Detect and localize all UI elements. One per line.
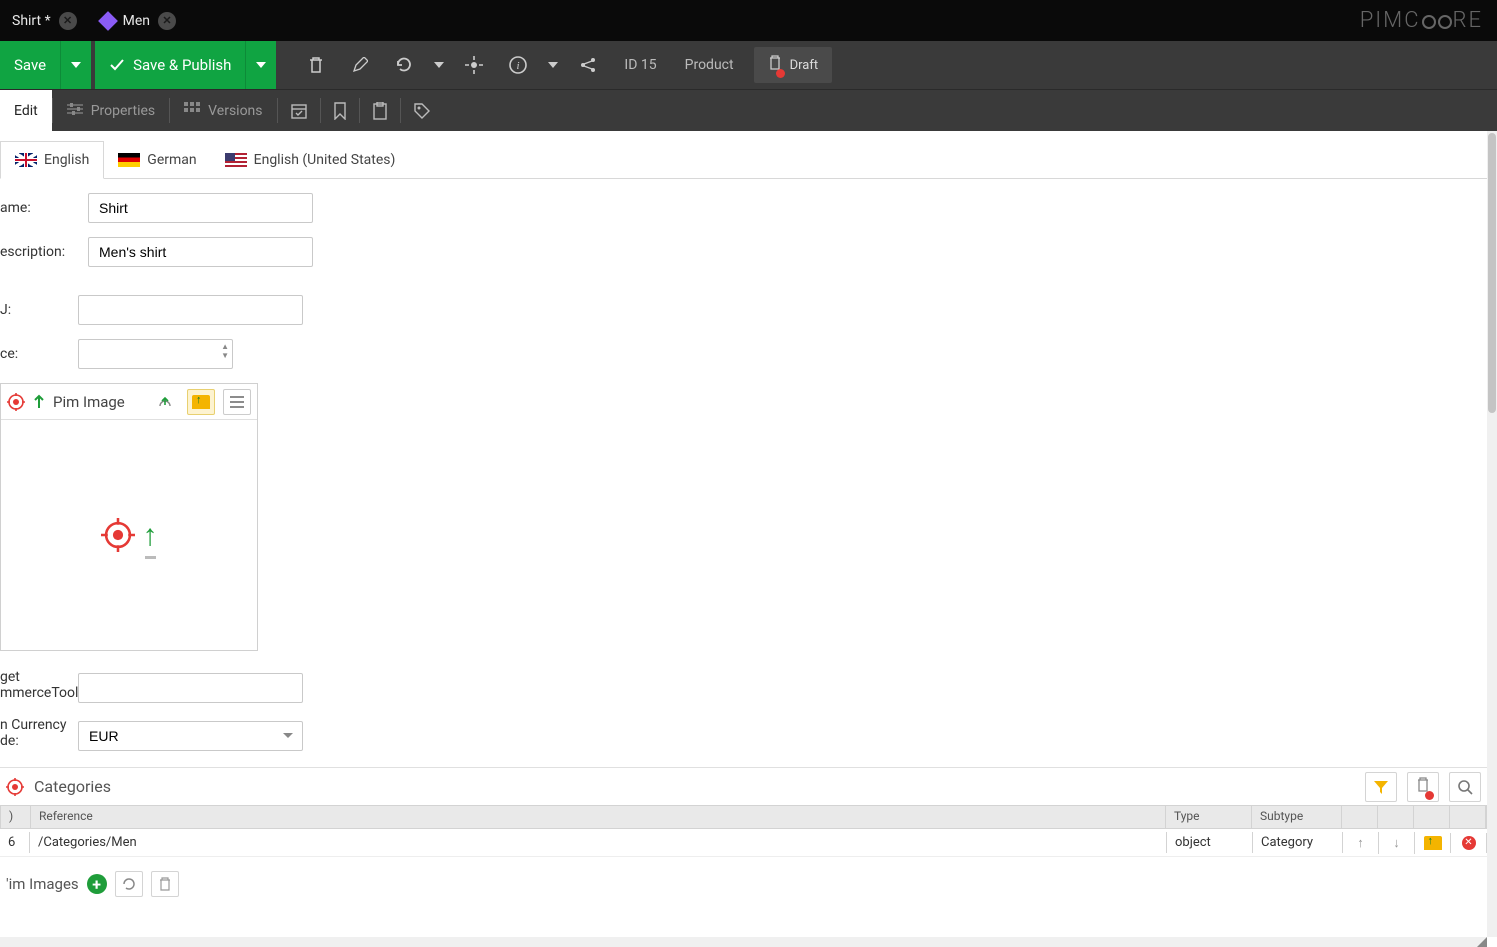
calendar-check-icon bbox=[290, 102, 308, 120]
search-icon bbox=[1457, 779, 1473, 795]
clipboard-icon bbox=[372, 102, 388, 120]
move-up-button[interactable]: ↑ bbox=[1343, 832, 1379, 854]
label-currency: n Currencyde: bbox=[0, 717, 78, 749]
categories-title: Categories bbox=[34, 777, 1355, 796]
clear-button[interactable] bbox=[1407, 772, 1439, 802]
pim-image-title: Pim Image bbox=[53, 393, 143, 411]
name-input[interactable] bbox=[88, 193, 313, 223]
target-icon bbox=[101, 518, 135, 552]
tab-bookmark[interactable] bbox=[321, 90, 359, 131]
spin-down[interactable]: ▼ bbox=[221, 351, 229, 360]
target-button[interactable] bbox=[452, 41, 496, 89]
tab-schedule[interactable] bbox=[278, 90, 320, 131]
document-tab-shirt[interactable]: Shirt * ✕ bbox=[0, 0, 89, 41]
tab-label: Men bbox=[123, 13, 150, 29]
description-input[interactable] bbox=[88, 237, 313, 267]
reload-button[interactable] bbox=[382, 41, 426, 89]
trash-icon bbox=[159, 877, 171, 891]
pim-images-title: 'im Images bbox=[6, 875, 79, 893]
status-draft[interactable]: Draft bbox=[754, 47, 833, 83]
vertical-scrollbar[interactable] bbox=[1487, 131, 1497, 937]
price-input[interactable] bbox=[78, 339, 233, 369]
trash-icon bbox=[768, 55, 782, 75]
sku-input[interactable] bbox=[78, 295, 303, 325]
close-icon[interactable]: ✕ bbox=[158, 12, 176, 30]
check-icon bbox=[109, 57, 125, 73]
flag-uk-icon bbox=[15, 153, 37, 167]
remove-button[interactable]: ✕ bbox=[1451, 833, 1487, 853]
svg-text:i: i bbox=[517, 60, 520, 72]
save-dropdown[interactable] bbox=[60, 41, 91, 89]
versions-icon bbox=[184, 102, 200, 120]
flag-us-icon bbox=[225, 153, 247, 167]
document-tab-men[interactable]: Men ✕ bbox=[89, 0, 188, 41]
add-button[interactable]: + bbox=[87, 874, 107, 894]
object-icon bbox=[98, 11, 118, 31]
hamburger-icon bbox=[230, 396, 244, 408]
arrow-up-icon bbox=[33, 394, 45, 410]
lang-tab-de[interactable]: German bbox=[104, 141, 210, 178]
image-dropzone[interactable]: ↑ bbox=[1, 420, 257, 650]
menu-button[interactable] bbox=[223, 389, 251, 415]
object-id: ID 15 bbox=[610, 41, 670, 89]
lang-tab-en[interactable]: English bbox=[0, 141, 104, 179]
label-sku: J: bbox=[0, 302, 78, 318]
info-button[interactable]: i bbox=[496, 41, 540, 89]
folder-icon bbox=[1424, 836, 1442, 850]
delete-button[interactable] bbox=[294, 41, 338, 89]
refresh-icon bbox=[122, 877, 136, 891]
label-name: ame: bbox=[0, 200, 88, 216]
funnel-icon bbox=[1373, 779, 1389, 795]
close-icon[interactable]: ✕ bbox=[59, 12, 77, 30]
tab-versions[interactable]: Versions bbox=[170, 90, 276, 131]
tab-tags[interactable] bbox=[401, 90, 443, 131]
table-row[interactable]: 6 /Categories/Men object Category ↑ ↓ ✕ bbox=[0, 829, 1487, 857]
open-folder-button[interactable] bbox=[187, 389, 215, 415]
pim-image-panel: Pim Image ↑ bbox=[0, 383, 258, 651]
move-down-button[interactable]: ↓ bbox=[1379, 832, 1415, 854]
label-price: ce: bbox=[0, 346, 78, 362]
share-button[interactable] bbox=[566, 41, 610, 89]
rename-button[interactable] bbox=[338, 41, 382, 89]
tag-icon bbox=[413, 102, 431, 120]
arrow-up-icon: ↑ bbox=[143, 518, 158, 553]
tab-edit[interactable]: Edit bbox=[0, 90, 52, 131]
close-icon: ✕ bbox=[1462, 836, 1476, 850]
save-publish-button[interactable]: Save & Publish bbox=[95, 41, 245, 89]
sliders-icon bbox=[67, 102, 83, 120]
delete-all-button[interactable] bbox=[151, 871, 179, 897]
lang-tab-us[interactable]: English (United States) bbox=[211, 141, 410, 178]
bookmark-icon bbox=[333, 102, 347, 120]
tab-label: Shirt * bbox=[12, 13, 51, 29]
target-input[interactable] bbox=[78, 673, 303, 703]
tab-properties[interactable]: Properties bbox=[53, 90, 169, 131]
currency-select[interactable] bbox=[78, 721, 303, 751]
target-icon bbox=[7, 393, 25, 411]
label-target: getmmerceTool) bbox=[0, 669, 78, 701]
refresh-button[interactable] bbox=[115, 871, 143, 897]
search-button[interactable] bbox=[1449, 772, 1481, 802]
save-button[interactable]: Save bbox=[0, 41, 60, 89]
save-publish-dropdown[interactable] bbox=[245, 41, 276, 89]
brand-logo: PIMCRE bbox=[1360, 0, 1497, 41]
open-button[interactable] bbox=[1415, 833, 1451, 853]
horizontal-scrollbar[interactable] bbox=[0, 937, 1487, 947]
tab-notes[interactable] bbox=[360, 90, 400, 131]
folder-icon bbox=[192, 395, 210, 409]
flag-de-icon bbox=[118, 153, 140, 167]
upload-button[interactable] bbox=[151, 389, 179, 415]
spin-up[interactable]: ▲ bbox=[221, 342, 229, 351]
object-type: Product bbox=[671, 41, 748, 89]
target-icon bbox=[6, 778, 24, 796]
filter-button[interactable] bbox=[1365, 772, 1397, 802]
reload-dropdown[interactable] bbox=[426, 41, 452, 89]
label-description: escription: bbox=[0, 244, 88, 260]
info-dropdown[interactable] bbox=[540, 41, 566, 89]
categories-table-header: ) Reference Type Subtype bbox=[0, 805, 1487, 829]
